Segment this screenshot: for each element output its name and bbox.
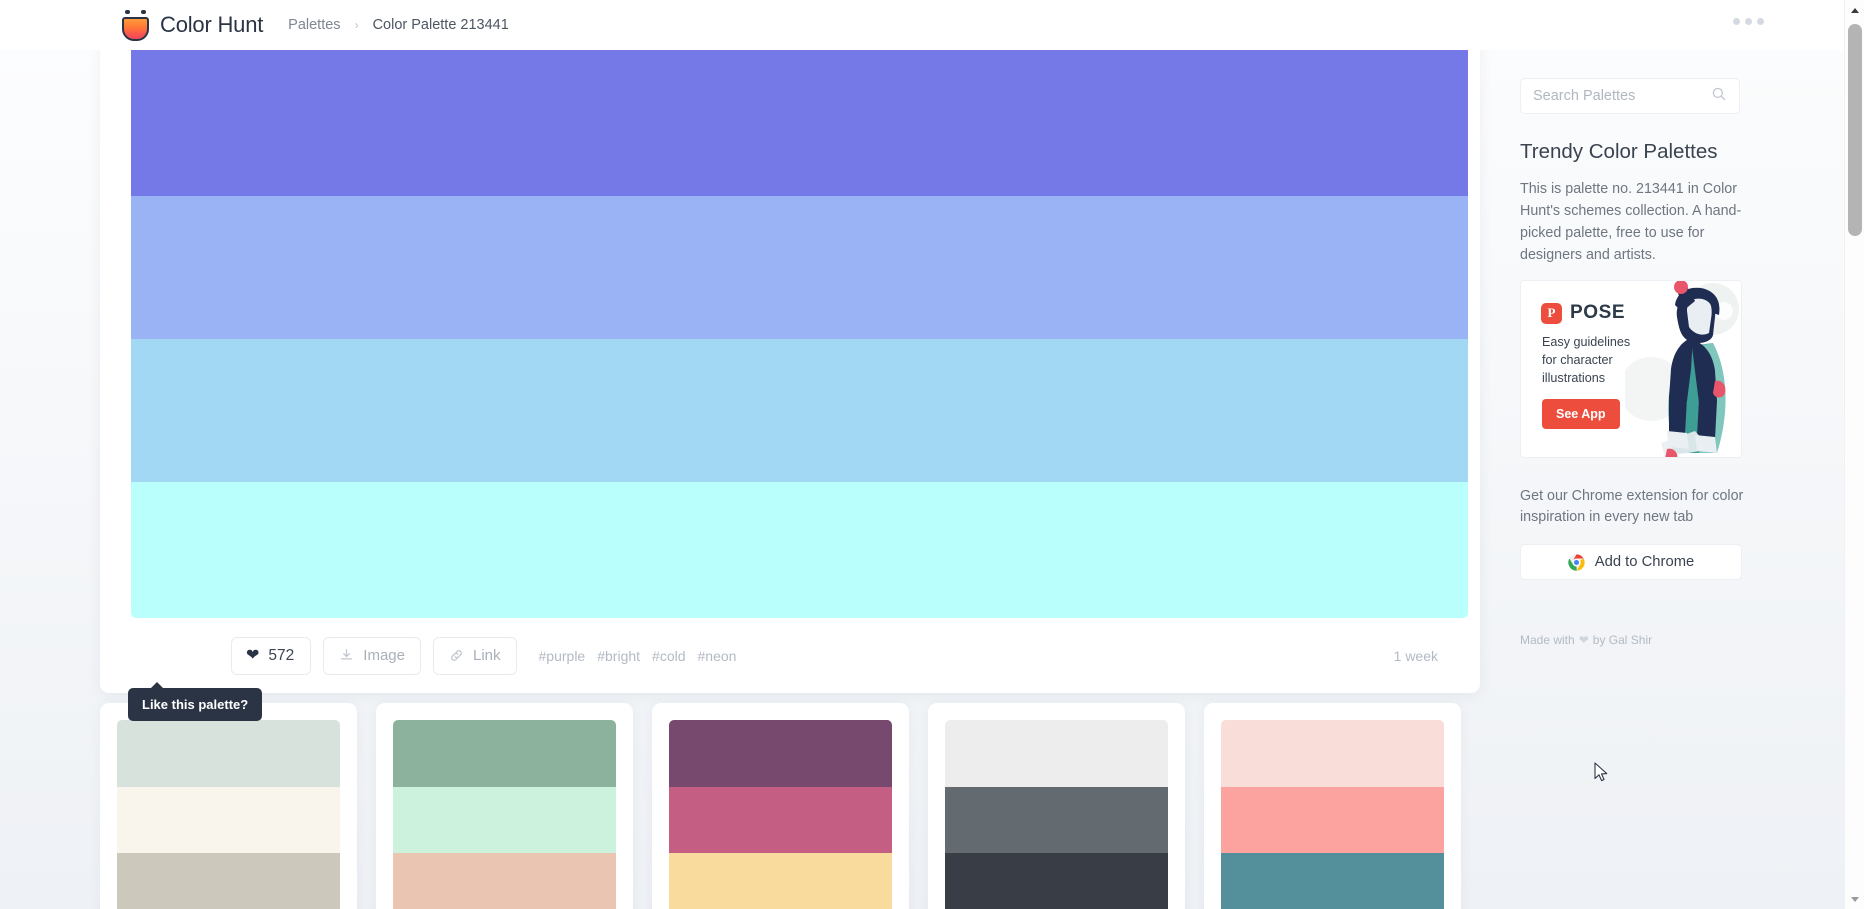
- palette-card-1[interactable]: [100, 703, 357, 909]
- chrome-extension-text: Get our Chrome extension for color inspi…: [1520, 488, 1744, 525]
- main-swatch-3[interactable]: [131, 339, 1468, 482]
- palette-swatch-2[interactable]: [945, 786, 1168, 853]
- like-button[interactable]: ❤ 572: [231, 636, 312, 675]
- palette-card-5[interactable]: [1204, 703, 1461, 909]
- breadcrumb-current: Color Palette 213441: [372, 17, 509, 33]
- palette-swatch-3[interactable]: [393, 853, 616, 909]
- palette-card-swatches: [669, 720, 892, 909]
- palette-grid: [100, 703, 1480, 909]
- advertisement-banner[interactable]: P POSE Easy guidelines for character ill…: [1520, 280, 1742, 458]
- palette-age: 1 week: [1393, 647, 1438, 664]
- logo-eyes: [125, 9, 146, 16]
- color-hunt-bucket-logo: [122, 9, 149, 41]
- palette-swatch-2[interactable]: [669, 786, 892, 853]
- copy-link-label: Link: [472, 647, 501, 664]
- more-horizontal-icon[interactable]: [1733, 18, 1764, 25]
- palette-card-swatches: [945, 720, 1168, 909]
- main-palette-card: ❤ 572 Image Link #purple #bright #cold #…: [100, 40, 1480, 693]
- made-with-prefix: Made with: [1520, 633, 1575, 647]
- palette-card-swatches: [393, 720, 616, 909]
- breadcrumb: Palettes › Color Palette 213441: [288, 17, 509, 33]
- link-icon: [449, 648, 464, 663]
- main-palette-swatches: [131, 40, 1468, 618]
- pose-badge-icon: P: [1541, 302, 1562, 324]
- add-to-chrome-button[interactable]: Add to Chrome: [1520, 544, 1742, 580]
- app-header: Color Hunt Palettes › Color Palette 2134…: [0, 0, 1844, 50]
- palette-swatch-3[interactable]: [669, 853, 892, 909]
- search-icon[interactable]: [1711, 86, 1727, 107]
- palette-tag[interactable]: #bright: [597, 648, 640, 664]
- heart-icon: ❤: [246, 646, 260, 664]
- palette-card-swatches: [1221, 720, 1444, 909]
- palette-card-4[interactable]: [928, 703, 1185, 909]
- palette-swatch-3[interactable]: [117, 853, 340, 909]
- add-to-chrome-label: Add to Chrome: [1594, 554, 1695, 570]
- scrollbar-thumb[interactable]: [1848, 24, 1862, 236]
- palette-tags: #purple #bright #cold #neon: [539, 648, 737, 664]
- palette-swatch-1[interactable]: [945, 720, 1168, 787]
- palette-swatch-2[interactable]: [117, 786, 340, 853]
- brand-home-link[interactable]: Color Hunt: [122, 9, 264, 41]
- main-swatch-2[interactable]: [131, 196, 1468, 339]
- palette-tag[interactable]: #purple: [539, 648, 586, 664]
- palette-card-2[interactable]: [376, 703, 633, 909]
- main-palette-actionbar: ❤ 572 Image Link #purple #bright #cold #…: [100, 618, 1480, 693]
- ad-tagline: Easy guidelines for character illustrati…: [1542, 335, 1631, 385]
- palette-swatch-1[interactable]: [669, 720, 892, 787]
- made-by-credit: Made with ❤ by Gal Shir: [1520, 633, 1652, 647]
- chrome-icon: [1568, 553, 1585, 571]
- palette-swatch-1[interactable]: [393, 720, 616, 787]
- download-icon: [339, 648, 354, 663]
- palette-swatch-3[interactable]: [945, 853, 1168, 909]
- ad-brand-name: POSE: [1570, 302, 1626, 323]
- see-app-button[interactable]: See App: [1542, 399, 1620, 429]
- palette-swatch-3[interactable]: [1221, 853, 1444, 909]
- sidebar-description: This is palette no. 213441 in Color Hunt…: [1520, 181, 1742, 263]
- ad-illustration: [1625, 281, 1741, 457]
- copy-link-button[interactable]: Link: [432, 636, 517, 675]
- palette-swatch-1[interactable]: [1221, 720, 1444, 787]
- main-swatch-4[interactable]: [131, 482, 1468, 618]
- palette-tag[interactable]: #neon: [698, 648, 737, 664]
- download-image-button[interactable]: Image: [323, 636, 421, 675]
- made-by-author[interactable]: by Gal Shir: [1593, 633, 1652, 647]
- breadcrumb-palettes[interactable]: Palettes: [288, 17, 340, 33]
- palette-card-3[interactable]: [652, 703, 909, 909]
- scroll-down-arrow[interactable]: [1845, 889, 1864, 909]
- brand-name: Color Hunt: [160, 12, 264, 37]
- page-scrollbar[interactable]: [1844, 0, 1864, 909]
- left-gutter: [0, 50, 100, 909]
- palette-swatch-2[interactable]: [1221, 786, 1444, 853]
- like-count: 572: [268, 646, 295, 664]
- sidebar-title: Trendy Color Palettes: [1520, 140, 1718, 163]
- right-sidebar: Trendy Color Palettes This is palette no…: [1520, 50, 1844, 909]
- like-tooltip: Like this palette?: [128, 682, 263, 721]
- heart-icon: ❤: [1578, 633, 1589, 647]
- page-root: Color Hunt Palettes › Color Palette 2134…: [0, 0, 1864, 909]
- palette-tag[interactable]: #cold: [652, 648, 685, 664]
- palette-card-swatches: [117, 720, 340, 909]
- download-image-label: Image: [363, 647, 405, 664]
- search-palettes-box[interactable]: [1520, 78, 1740, 114]
- ad-logo: P POSE: [1541, 302, 1625, 324]
- breadcrumb-separator-icon: ›: [354, 18, 359, 32]
- palette-swatch-2[interactable]: [393, 786, 616, 853]
- scroll-up-arrow[interactable]: [1845, 0, 1864, 20]
- palette-swatch-1[interactable]: [117, 720, 340, 787]
- search-input[interactable]: [1533, 88, 1703, 104]
- main-swatch-1[interactable]: [131, 40, 1468, 196]
